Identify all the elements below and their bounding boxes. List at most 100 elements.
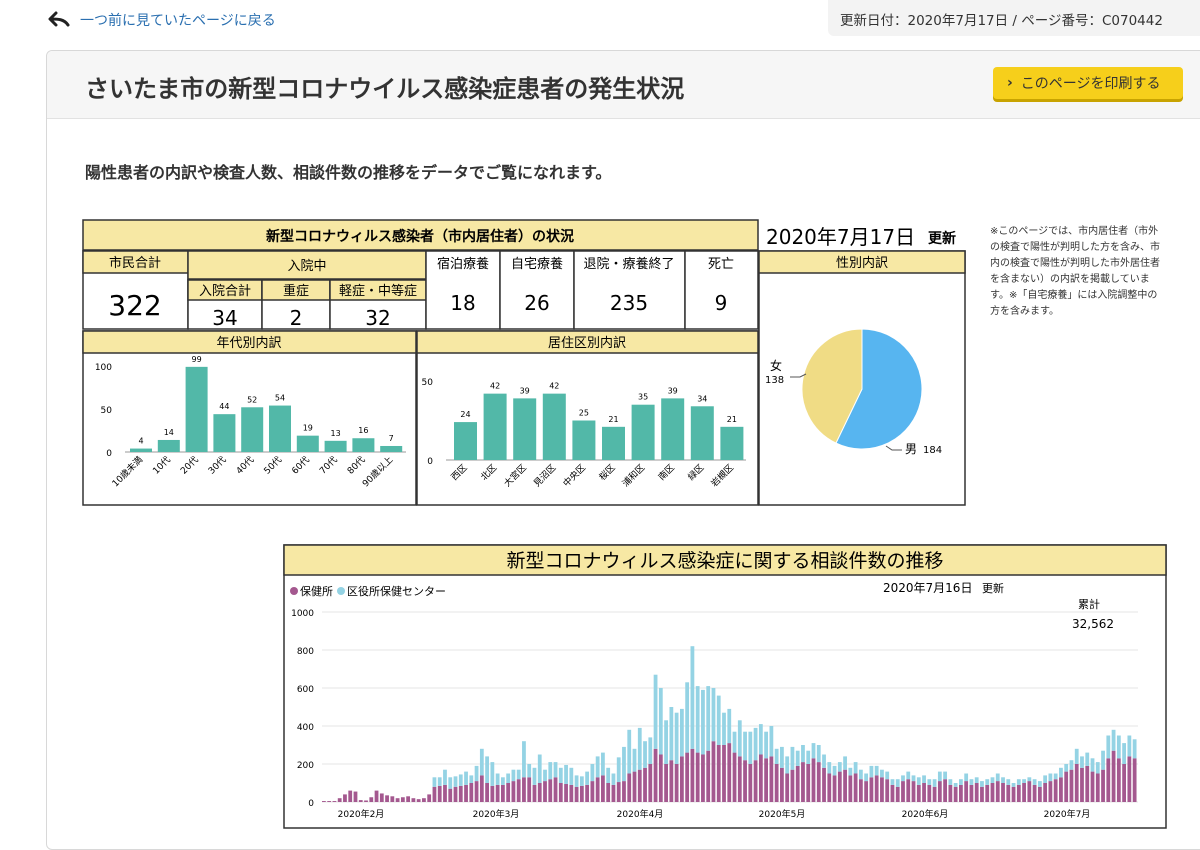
bar-hc [632,771,637,802]
bar-ward [579,776,584,786]
footnote: ※このページでは、市内居住者（市外の検査で陽性が判明した方を含み、市内の検査で陽… [990,226,1160,317]
bar [602,426,625,460]
hotel-label: 宿泊療養 [437,256,489,272]
cumulative-value: 32,562 [1072,617,1114,631]
bar-hc [990,783,995,802]
bar-ward [727,708,732,744]
bar-ward [632,748,637,772]
bar-hc [385,795,389,802]
y-tick-label: 800 [297,647,314,657]
bar-hc [348,790,353,802]
bar-ward [737,720,742,757]
bar-ward [574,775,579,787]
bar-hc [485,783,489,802]
bar-value-label: 34 [697,394,707,403]
chevron-right-icon: › [1007,75,1013,91]
bar-ward [848,767,853,776]
bar-ward [495,773,500,785]
bar-hc [527,777,532,802]
bar-ward [1116,735,1121,759]
bar-hc [901,781,905,802]
bar-ward [701,689,705,755]
bar-ward [990,777,995,783]
bar-hc [616,782,621,802]
bar-ward [722,712,726,745]
bar-hc [948,784,953,802]
bar-value-label: 42 [490,382,500,391]
bar-ward [1080,756,1084,768]
bar-hc [874,775,879,802]
bar-hc [1011,786,1016,802]
bar-hc [474,781,479,802]
ward-chart: 居住区別内訳 050 24西区42北区39大宮区42見沼区25中央区21桜区35… [416,330,759,506]
bar-ward [553,762,558,778]
bar-hc [816,762,821,802]
bar-hc [795,765,800,802]
x-axis-label: 2020年3月 [473,808,520,820]
bar-ward [522,741,526,778]
bar-hc [500,784,505,802]
bar-ward [785,756,790,774]
y-tick-label: 0 [106,449,112,459]
bar-ward [706,686,711,751]
bar-ward [864,773,869,782]
bar-ward [637,727,642,770]
bar-ward [532,767,537,785]
bar-ward [658,688,663,755]
bar-hc [832,775,837,802]
bar-hc [332,801,337,802]
bar-ward [780,746,784,768]
bar-hc [790,769,795,802]
bar-hc [843,769,847,802]
bar-hc [701,754,705,802]
bar-hc [427,794,432,802]
bar-ward [1006,779,1011,785]
bar-hc [679,756,684,802]
discharged-value: 235 [610,291,648,315]
bar-hc [916,784,921,802]
bar-hc [416,799,421,802]
bar-ward [885,771,890,780]
consult-chart: 新型コロナウィルス感染症に関する相談件数の推移 保健所 区役所保健センター 20… [283,544,1167,829]
bar-hc [358,800,363,802]
bar-ward [816,745,821,763]
bar-ward [490,762,495,786]
bar-hc [1111,750,1116,802]
bar-ward [695,686,700,753]
bar-value-label: 16 [358,426,368,435]
bar-ward [916,777,921,785]
bar-ward [516,769,521,780]
bar-hc [637,769,642,802]
bar-hc [1101,769,1105,802]
bar-ward [758,724,763,755]
bar-hc [1016,784,1021,802]
bar-hc [553,777,558,802]
bar-ward [716,695,721,745]
bar-hc [622,781,626,802]
bar-ward [564,764,568,784]
bar-hc [758,754,763,802]
bar-value-label: 42 [549,382,559,391]
bar-ward [653,674,658,749]
bar-hc [558,783,563,802]
bar-hc [895,786,900,802]
back-link[interactable]: 一つ前に見ていたページに戻る [48,10,276,30]
bar [269,405,291,452]
bar [631,404,655,460]
bar-ward [627,729,632,774]
bar-hc [585,784,590,802]
bar-ward [648,737,653,764]
bar-hc [653,748,658,802]
bar-ward [937,771,942,782]
print-button[interactable]: › このページを印刷する [993,67,1183,99]
bar-ward [869,765,874,778]
bar-hc [980,786,984,802]
bar-ward [1101,750,1105,770]
bar-ward [1122,743,1126,764]
bar-hc [811,758,816,802]
bar-ward [537,754,542,783]
bar-hc [601,775,605,802]
bar-hc [748,764,753,802]
bar-ward [464,771,468,785]
cumulative-label: 累計 [1078,597,1100,611]
